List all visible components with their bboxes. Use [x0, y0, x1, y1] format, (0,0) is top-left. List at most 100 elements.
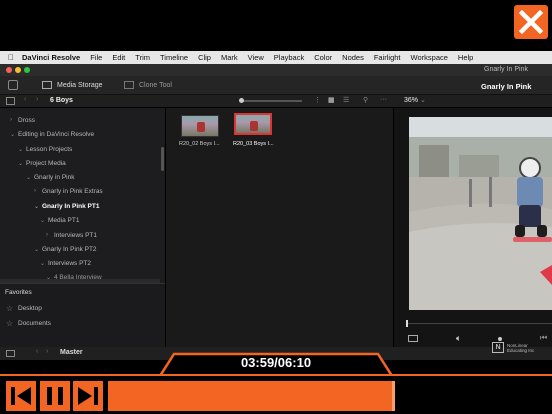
window-close-dot[interactable] [6, 67, 12, 73]
tree-item[interactable]: ⌄ Project Media [0, 156, 165, 170]
thumbnail-figure [250, 121, 258, 131]
menu-color[interactable]: Color [314, 53, 332, 62]
apple-icon[interactable]:  [0, 53, 22, 62]
menu-mark[interactable]: Mark [221, 53, 238, 62]
folder-tree: › Dross ⌄ Editing in DaVinci Resolve ⌄ Less… [0, 108, 165, 283]
player-controls [0, 374, 552, 414]
back-icon[interactable]: ‹ [36, 348, 38, 355]
favorites-title: Favorites [5, 289, 32, 296]
favorite-item-desktop[interactable]: Desktop [18, 305, 42, 312]
chevron-down-icon: ⌄ [10, 131, 16, 138]
menu-edit[interactable]: Edit [112, 53, 125, 62]
menu-nodes[interactable]: Nodes [342, 53, 364, 62]
viewer-zoom[interactable]: 36% [404, 97, 418, 104]
sidebar-toggle-icon[interactable] [6, 97, 15, 105]
tree-item[interactable]: › Interviews PT1 [0, 228, 165, 242]
chevron-down-icon: ⌄ [40, 260, 46, 267]
timeline-name: Master [60, 349, 83, 356]
volume-icon[interactable]: 🔈︎ [456, 333, 461, 344]
back-icon[interactable]: ‹ [24, 96, 26, 103]
chevron-down-icon: ⌄ [18, 146, 24, 153]
menu-clip[interactable]: Clip [198, 53, 211, 62]
mac-menu-bar:  DaVinci Resolve File Edit Trim Timelin… [0, 51, 552, 64]
chevron-down-icon: ⌄ [34, 246, 40, 253]
tree-item[interactable]: ⌄ Lesson Projects [0, 142, 165, 156]
menu-view[interactable]: View [248, 53, 264, 62]
tree-item[interactable]: ⌄ Gnarly in Pink [0, 170, 165, 184]
media-storage-icon[interactable] [42, 81, 52, 89]
tree-item-label: Editing in DaVinci Resolve [18, 130, 95, 138]
tree-item[interactable]: ⌄ Editing in DaVinci Resolve [0, 127, 165, 141]
clone-tool-tab[interactable]: Clone Tool [139, 82, 172, 89]
menu-help[interactable]: Help [458, 53, 473, 62]
favorites-panel: Favorites ☆ Desktop ☆ Documents [0, 283, 165, 347]
chevron-down-icon: ⌄ [40, 217, 46, 224]
menu-app-name[interactable]: DaVinci Resolve [22, 53, 80, 62]
chevron-down-icon: ⌄ [18, 160, 24, 167]
favorite-item-documents[interactable]: Documents [18, 320, 51, 327]
tree-item[interactable]: ⌄ Media PT1 [0, 213, 165, 227]
tree-item[interactable]: › Dross [0, 113, 165, 127]
progress-handle[interactable] [392, 381, 395, 411]
menu-timeline[interactable]: Timeline [160, 53, 188, 62]
media-toolbar: Media Storage Clone Tool Gnarly In Pink [0, 76, 552, 95]
tree-item-label: Lesson Projects [26, 145, 73, 153]
pause-icon [47, 387, 63, 405]
clip-label: R20_02 Boys I... [179, 141, 220, 147]
panel-toggle-icon[interactable] [8, 80, 18, 90]
tree-item[interactable]: ⌄ Interviews PT2 [0, 256, 165, 270]
timecode-display: 03:59/06:10 [240, 355, 312, 370]
clone-tool-icon[interactable] [124, 81, 134, 89]
grid-view-icon[interactable]: ▦ [328, 96, 335, 104]
menu-fairlight[interactable]: Fairlight [374, 53, 401, 62]
thumbnail-size-knob[interactable] [239, 98, 244, 103]
close-button[interactable] [514, 5, 548, 39]
thumbnail-figure [197, 122, 205, 132]
viewer-scrubber[interactable] [406, 323, 552, 324]
tree-item-label: Media PT1 [48, 216, 80, 224]
forward-icon[interactable]: › [36, 96, 38, 103]
menu-workspace[interactable]: Workspace [411, 53, 448, 62]
tree-item-label: Gnarly In Pink PT2 [42, 245, 97, 253]
star-icon: ☆ [6, 304, 14, 313]
viewer-frame[interactable] [409, 117, 552, 310]
chevron-right-icon: › [34, 188, 36, 194]
tree-item-label: Dross [18, 116, 35, 124]
forward-icon[interactable]: › [46, 348, 48, 355]
tree-item-selected[interactable]: ⌄ Gnarly In Pink PT1 [0, 199, 165, 213]
more-options-icon[interactable]: ··· [380, 96, 387, 103]
viewer-mode-icon[interactable] [408, 335, 418, 342]
tree-vertical-scrollbar[interactable] [161, 147, 164, 171]
tree-item[interactable]: › Gnarly in Pink Extras [0, 184, 165, 198]
chevron-down-icon: ⌄ [26, 174, 32, 181]
pause-button[interactable] [40, 381, 70, 411]
media-storage-tab[interactable]: Media Storage [57, 82, 103, 89]
skip-forward-button[interactable] [73, 381, 103, 411]
viewer-playhead[interactable] [406, 320, 408, 327]
browser-toolbar: ‹ › 6 Boys ⋮ ▦ ☰ ⚲ ··· 36% ⌄ [0, 95, 552, 107]
clip-thumbnail-selected[interactable] [234, 113, 272, 135]
skip-back-icon [11, 387, 31, 405]
bin-toggle-icon[interactable] [6, 350, 15, 357]
tree-item-label: Interviews PT2 [48, 259, 91, 267]
skip-back-button[interactable] [6, 381, 36, 411]
nonlinear-logo-icon: N [492, 342, 504, 353]
progress-bar[interactable] [108, 381, 552, 411]
skatepark-video-frame [409, 117, 552, 310]
menu-trim[interactable]: Trim [135, 53, 150, 62]
thumbnail-size-slider[interactable] [242, 100, 302, 102]
window-title-bar: Gnarly In Pink [0, 64, 552, 76]
tree-item[interactable]: ⌄ Gnarly In Pink PT2 [0, 242, 165, 256]
window-minimize-dot[interactable] [15, 67, 21, 73]
tree-item-label: Gnarly in Pink [34, 173, 75, 181]
menu-file[interactable]: File [90, 53, 102, 62]
tree-item-label: Interviews PT1 [54, 231, 97, 239]
clip-thumbnail[interactable] [181, 115, 219, 137]
menu-playback[interactable]: Playback [274, 53, 304, 62]
watermark-line2: Educating Inc [507, 348, 535, 353]
list-mode-icon[interactable]: ☰ [343, 96, 349, 104]
search-icon[interactable]: ⚲ [363, 96, 368, 104]
zoom-dropdown-icon[interactable]: ⌄ [420, 96, 426, 104]
list-view-icon[interactable]: ⋮ [314, 96, 321, 104]
window-zoom-dot[interactable] [24, 67, 30, 73]
